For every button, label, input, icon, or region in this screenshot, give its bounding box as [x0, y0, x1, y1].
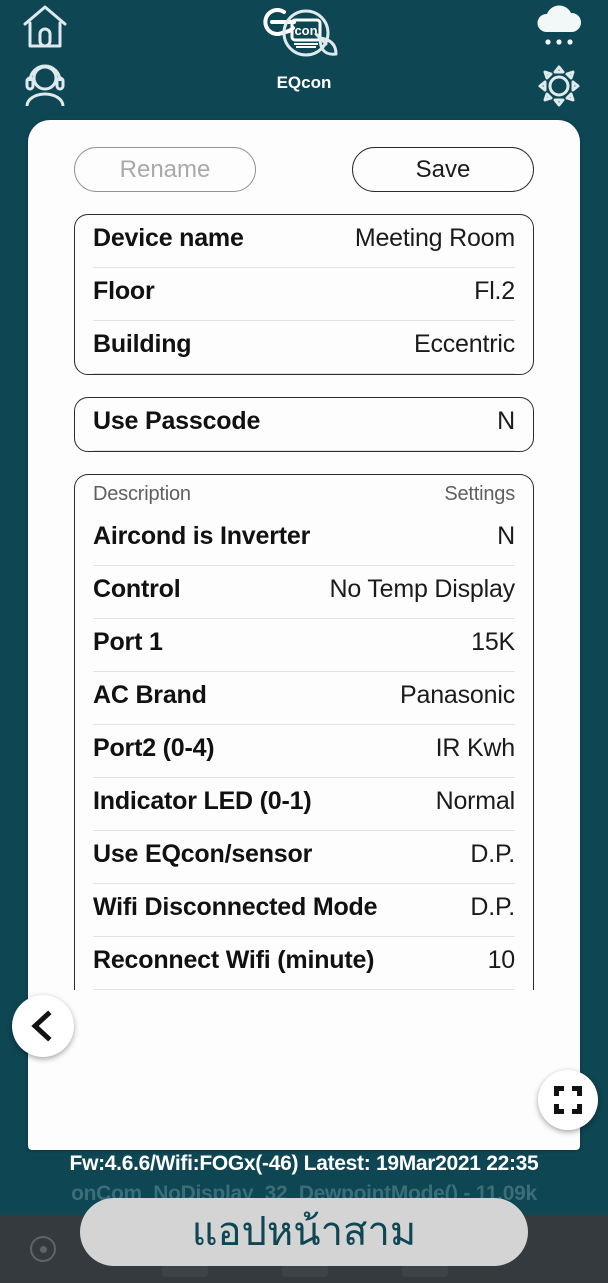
main-panel: Rename Save Device name Meeting Room Flo…	[28, 120, 580, 1150]
row-label: Aircond is Inverter	[93, 522, 311, 550]
row-label: Use EQcon/sensor	[93, 840, 313, 868]
nav-back-icon[interactable]	[162, 1265, 208, 1277]
row-value: IR Kwh	[435, 734, 516, 762]
row-value: D.P.	[470, 840, 515, 868]
nav-record-icon[interactable]	[30, 1236, 56, 1262]
row-value: Panasonic	[400, 681, 515, 709]
compress-arrows-icon	[554, 1086, 582, 1114]
firmware-status-line: Fw:4.6.6/Wifi:FOGx(-46) Latest: 19Mar202…	[69, 1152, 539, 1175]
cloud-rain-icon[interactable]	[532, 2, 586, 55]
row-label: Indicator LED (0-1)	[93, 787, 312, 815]
row-value: D.P.	[470, 893, 515, 921]
device-info-card: Device name Meeting Room Floor Fl.2 Buil…	[74, 214, 534, 375]
row-label: AC Brand	[93, 681, 207, 709]
table-row[interactable]: Use EQcon/sensor D.P.	[93, 831, 515, 884]
header-left-icons	[10, 2, 80, 114]
econ-leaf-logo-icon: con	[263, 8, 338, 57]
nav-recents-icon[interactable]	[402, 1265, 448, 1277]
home-icon[interactable]	[19, 2, 71, 57]
app-logo: con EQcon	[244, 2, 364, 93]
nav-home-icon[interactable]	[282, 1265, 328, 1277]
back-chevron-icon	[31, 1010, 52, 1042]
table-row[interactable]: Reconnect Wifi (minute) 10	[93, 937, 515, 990]
svg-text:con: con	[294, 23, 317, 38]
app-header: con EQcon	[0, 0, 608, 120]
row-value: Fl.2	[474, 277, 515, 305]
toast-label: แอปหน้าสาม	[191, 1209, 417, 1255]
row-value: N	[497, 407, 515, 435]
row-value: Eccentric	[413, 330, 515, 358]
table-row[interactable]: AC Brand Panasonic	[93, 672, 515, 725]
back-button[interactable]	[12, 995, 74, 1057]
row-label: Control	[93, 575, 181, 603]
row-value: N	[497, 522, 515, 550]
table-row[interactable]: Building Eccentric	[93, 321, 515, 374]
table-row[interactable]: Port 1 15K	[93, 619, 515, 672]
header-right-icons	[524, 2, 594, 116]
row-label: Port2 (0-4)	[93, 734, 215, 762]
headset-support-icon[interactable]	[19, 61, 71, 114]
table-row[interactable]: Aircond is Inverter N	[93, 513, 515, 566]
row-value: 15K	[471, 628, 515, 656]
row-label: Building	[93, 330, 192, 358]
table-row[interactable]: Floor Fl.2	[93, 268, 515, 321]
row-value: Normal	[435, 787, 516, 815]
table-row[interactable]: Wifi Disconnected Mode D.P.	[93, 884, 515, 937]
settings-list-card: Description Settings Aircond is Inverter…	[74, 474, 534, 990]
table-row[interactable]: Device name Meeting Room	[93, 215, 515, 268]
table-row[interactable]: Port2 (0-4) IR Kwh	[93, 725, 515, 778]
save-button[interactable]: Save	[352, 147, 534, 192]
settings-list-header: Description Settings	[93, 475, 515, 513]
row-value: Meeting Room	[354, 224, 515, 252]
toolbar: Rename Save	[28, 120, 580, 192]
table-row[interactable]: Use Passcode N	[93, 398, 515, 451]
column-header-settings: Settings	[444, 483, 515, 505]
row-value: No Temp Display	[329, 575, 515, 603]
passcode-card: Use Passcode N	[74, 397, 534, 452]
gear-icon[interactable]	[532, 61, 586, 116]
column-header-description: Description	[93, 483, 191, 505]
row-value: 10	[487, 946, 516, 974]
compress-button[interactable]	[538, 1070, 598, 1130]
row-label: Port 1	[93, 628, 163, 656]
table-row[interactable]: Indicator LED (0-1) Normal	[93, 778, 515, 831]
table-row[interactable]: Control No Temp Display	[93, 566, 515, 619]
rename-button[interactable]: Rename	[74, 147, 256, 192]
row-label: Wifi Disconnected Mode	[93, 893, 378, 921]
row-label: Use Passcode	[93, 407, 261, 435]
toast-overlay: แอปหน้าสาม	[80, 1198, 528, 1266]
brand-label: EQcon	[276, 73, 332, 92]
row-label: Floor	[93, 277, 155, 305]
row-label: Device name	[93, 224, 244, 252]
row-label: Reconnect Wifi (minute)	[93, 946, 375, 974]
